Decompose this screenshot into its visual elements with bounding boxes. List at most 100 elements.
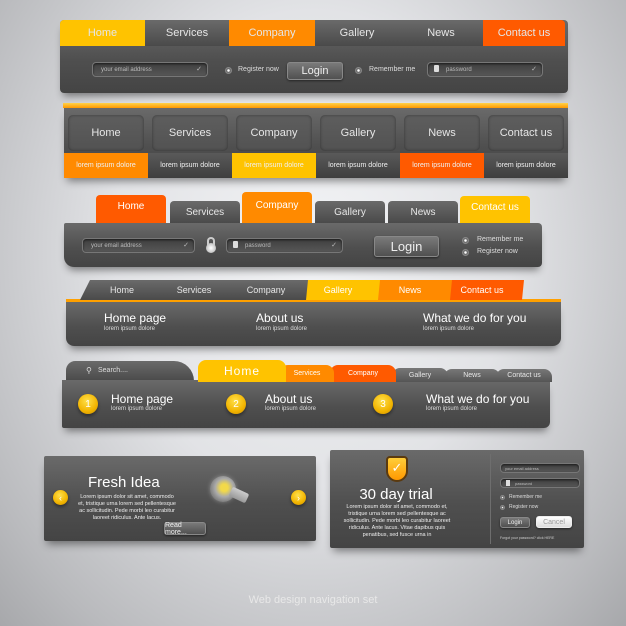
tab-label: Services — [176, 285, 212, 295]
nav5-tab-news[interactable]: News — [444, 369, 500, 382]
nav5-tab-gallery[interactable]: Gallery — [392, 368, 448, 382]
tab-label: Company — [246, 285, 286, 295]
nav2-subtab[interactable]: lorem ipsum dolore — [232, 153, 316, 178]
nav3-tab-news[interactable]: News — [388, 201, 458, 223]
nav1-tab-news[interactable]: News — [399, 20, 483, 46]
forgot-link[interactable]: click HERE — [537, 536, 555, 540]
nav3-tab-home[interactable]: Home — [96, 195, 166, 223]
tab-label: Company — [348, 370, 378, 377]
subtab-label: lorem ipsum dolore — [76, 162, 136, 169]
nav2-tab-gallery[interactable]: Gallery — [320, 115, 396, 151]
trial-email-input[interactable]: your email address — [500, 463, 580, 473]
nav3-tab-company[interactable]: Company — [242, 192, 312, 223]
nav2-subtab[interactable]: lorem ipsum dolore — [484, 153, 568, 178]
item-title: What we do for you — [423, 311, 527, 325]
slider-prev-button[interactable]: ‹ — [53, 490, 68, 505]
item-sub: lorem ipsum dolore — [426, 406, 478, 412]
tab-label: Gallery — [408, 371, 432, 379]
nav1-remember-label: Remember me — [369, 66, 416, 73]
nav3-tab-services[interactable]: Services — [170, 201, 240, 223]
nav4-tab-company[interactable]: Company — [224, 280, 308, 300]
forgot-text: Forgot your password? — [500, 536, 536, 540]
trial-divider — [490, 454, 491, 544]
nav4-tab-news[interactable]: News — [368, 280, 452, 300]
nav2-subtab[interactable]: lorem ipsum dolore — [400, 153, 484, 178]
nav5-tab-contact-us[interactable]: Contact us — [496, 369, 552, 382]
nav1-login-button[interactable]: Login — [287, 62, 343, 80]
nav4-tab-home[interactable]: Home — [80, 280, 164, 300]
nav2-subtab[interactable]: lorem ipsum dolore — [316, 153, 400, 178]
nav4-tab-gallery[interactable]: Gallery — [296, 280, 380, 300]
tab-label: Home — [91, 127, 121, 139]
nav3-remember-label: Remember me — [477, 236, 524, 243]
tab-label: Gallery — [339, 27, 375, 39]
nav4-tab-services[interactable]: Services — [152, 280, 236, 300]
slider-next-button[interactable]: › — [291, 490, 306, 505]
slider-title: Fresh Idea — [88, 474, 160, 491]
nav4-tab-contact-us[interactable]: Contact us — [440, 280, 524, 300]
nav5-item[interactable]: Home page lorem ipsum dolore — [111, 392, 241, 420]
tab-label: Gallery — [340, 127, 376, 139]
nav1-register-radio[interactable] — [225, 67, 232, 74]
nav1-remember-radio[interactable] — [355, 67, 362, 74]
subtab-label: lorem ipsum dolore — [412, 162, 472, 169]
search-placeholder: Search.... — [98, 367, 128, 374]
tab-label: Contact us — [497, 27, 551, 39]
tab-label: Company — [248, 27, 296, 39]
read-more-label: Read more... — [165, 521, 187, 536]
trial-remember-radio[interactable] — [500, 495, 505, 500]
check-icon: ✓ — [183, 242, 189, 249]
nav3-login-button[interactable]: Login — [374, 236, 439, 257]
nav1-password-input[interactable]: password ✓ — [427, 62, 543, 77]
nav2-subtab[interactable]: lorem ipsum dolore — [64, 153, 148, 178]
nav4-item[interactable]: What we do for you lorem ipsum dolore — [423, 311, 543, 339]
nav5-search-tab[interactable]: ⚲ Search.... — [66, 361, 194, 381]
nav2-tab-services[interactable]: Services — [152, 115, 228, 151]
forgot-password: Forgot your password? click HERE — [500, 536, 554, 540]
tab-label: Services — [165, 27, 209, 39]
login-label: Login — [507, 519, 523, 526]
tab-label: Contact us — [499, 127, 553, 139]
lock-icon — [233, 241, 238, 248]
email-placeholder: your email address — [101, 66, 152, 73]
nav4-item[interactable]: Home page lorem ipsum dolore — [104, 311, 224, 339]
nav5-tab-home[interactable]: Home — [198, 360, 286, 382]
nav1-tab-company[interactable]: Company — [229, 20, 315, 46]
tab-label: Home — [87, 27, 118, 39]
nav4-item[interactable]: About us lorem ipsum dolore — [256, 311, 376, 339]
nav1-tab-contact-us[interactable]: Contact us — [483, 20, 565, 46]
tab-label: Services — [168, 127, 212, 139]
nav3-tab-contact-us[interactable]: Contact us — [460, 196, 530, 223]
nav5-tab-company[interactable]: Company — [330, 365, 396, 382]
nav2-tab-company[interactable]: Company — [236, 115, 312, 151]
subtab-label: lorem ipsum dolore — [244, 162, 304, 169]
nav1-tab-home[interactable]: Home — [60, 20, 145, 46]
read-more-button[interactable]: Read more... — [164, 521, 206, 536]
step-number: 1 — [85, 398, 91, 410]
nav2-tab-contact-us[interactable]: Contact us — [488, 115, 564, 151]
nav2-subtab[interactable]: lorem ipsum dolore — [148, 153, 232, 178]
nav3-email-input[interactable]: your email address ✓ — [82, 238, 195, 253]
nav2-tab-home[interactable]: Home — [68, 115, 144, 151]
nav4-panel: Home page lorem ipsum dolore About us lorem… — [66, 302, 561, 346]
nav1-tab-services[interactable]: Services — [145, 20, 229, 46]
nav3-remember-radio[interactable] — [462, 237, 469, 244]
trial-register-radio[interactable] — [500, 505, 505, 510]
nav5-tab-services[interactable]: Services — [280, 365, 334, 382]
trial-password-input[interactable]: password — [500, 478, 580, 488]
nav5-item[interactable]: What we do for you lorem ipsum dolore — [426, 392, 556, 420]
nav2-tab-news[interactable]: News — [404, 115, 480, 151]
nav3-password-input[interactable]: password ✓ — [226, 238, 343, 253]
nav1-tab-gallery[interactable]: Gallery — [315, 20, 399, 46]
trial-cancel-button[interactable]: Cancel — [536, 516, 572, 528]
nav3-tab-gallery[interactable]: Gallery — [315, 201, 385, 223]
nav1-email-input[interactable]: your email address ✓ — [92, 62, 208, 77]
trial-remember-label: Remember me — [509, 494, 543, 500]
chevron-left-icon: ‹ — [59, 492, 62, 503]
tab-label: Home — [109, 285, 134, 295]
trial-login-button[interactable]: Login — [500, 517, 530, 528]
nav4-tabbar: Home Services Company Gallery News Contact us — [80, 280, 560, 300]
tab-label: Gallery — [334, 207, 366, 218]
nav3-register-radio[interactable] — [462, 249, 469, 256]
nav5-tabbar: Home Services Company Gallery News Contact us — [198, 360, 552, 382]
